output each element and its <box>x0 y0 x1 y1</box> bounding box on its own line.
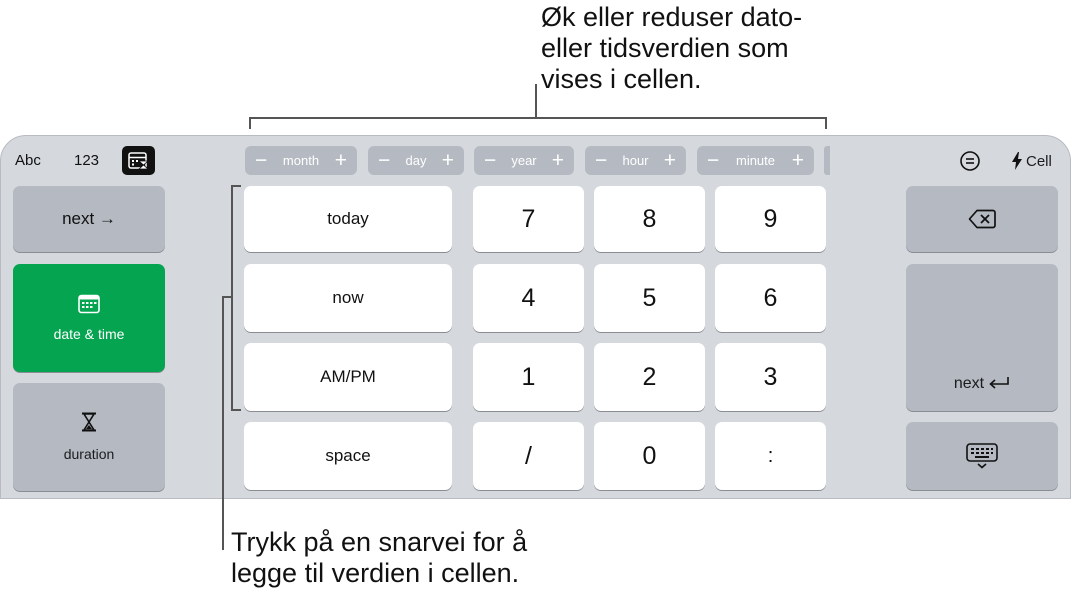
more-steppers-hint[interactable] <box>824 146 830 175</box>
digit-key-4[interactable]: 4 <box>473 264 584 332</box>
digit-label: 3 <box>763 362 778 391</box>
digit-key-9[interactable]: 9 <box>715 186 826 252</box>
hour-stepper[interactable]: − hour + <box>585 146 686 175</box>
today-key[interactable]: today <box>244 186 452 252</box>
slash-label: / <box>525 441 532 470</box>
digit-key-1[interactable]: 1 <box>473 343 584 411</box>
bottom-callout-pointer <box>222 296 224 550</box>
calendar-hourglass-icon <box>127 151 149 169</box>
cell-label: Cell <box>1026 152 1052 170</box>
minute-decrement[interactable]: − <box>707 150 719 171</box>
top-callout-line-2: eller tidsverdien som <box>541 33 789 63</box>
colon-key[interactable]: : <box>715 422 826 490</box>
minute-stepper[interactable]: − minute + <box>697 146 814 175</box>
year-stepper[interactable]: − year + <box>474 146 574 175</box>
left-bracket-stem <box>222 296 232 298</box>
digit-key-2[interactable]: 2 <box>594 343 705 411</box>
hour-decrement[interactable]: − <box>595 150 607 171</box>
cell-button[interactable]: Cell <box>1011 150 1052 172</box>
now-key[interactable]: now <box>244 264 452 332</box>
formula-button[interactable] <box>959 150 981 172</box>
year-increment[interactable]: + <box>552 150 564 171</box>
date-time-keyboard: Abc 123 − month + − day + − year + − hou… <box>0 135 1071 499</box>
digit-key-5[interactable]: 5 <box>594 264 705 332</box>
month-label: month <box>282 153 320 168</box>
minute-label: minute <box>735 153 776 168</box>
date-time-label: date & time <box>53 326 125 342</box>
top-bracket-right <box>825 117 827 129</box>
abc-key[interactable]: Abc <box>15 152 41 169</box>
day-stepper[interactable]: − day + <box>368 146 464 175</box>
day-increment[interactable]: + <box>442 150 454 171</box>
duration-label: duration <box>63 446 115 462</box>
slash-key[interactable]: / <box>473 422 584 490</box>
space-label: space <box>325 446 371 465</box>
equals-circle-icon <box>960 151 980 171</box>
date-format-button[interactable] <box>122 146 155 175</box>
digit-label: 5 <box>642 283 657 312</box>
space-key[interactable]: space <box>244 422 452 490</box>
digit-label: 8 <box>642 204 657 233</box>
return-icon <box>989 377 1009 389</box>
next-key[interactable]: next → <box>13 186 165 252</box>
top-bracket-left <box>249 117 251 129</box>
duration-key[interactable]: duration <box>13 383 165 491</box>
left-bracket-top <box>231 185 241 187</box>
year-decrement[interactable]: − <box>484 150 496 171</box>
hide-keyboard-key[interactable] <box>906 422 1058 490</box>
month-stepper[interactable]: − month + <box>245 146 357 175</box>
day-label: day <box>405 153 427 168</box>
calendar-icon <box>78 294 100 314</box>
date-time-key[interactable]: date & time <box>13 264 165 372</box>
delete-key[interactable] <box>906 186 1058 252</box>
digit-key-0[interactable]: 0 <box>594 422 705 490</box>
digit-label: 7 <box>521 204 536 233</box>
digit-key-6[interactable]: 6 <box>715 264 826 332</box>
digit-key-3[interactable]: 3 <box>715 343 826 411</box>
bolt-icon <box>1012 152 1022 170</box>
digit-label: 0 <box>642 441 657 470</box>
digit-label: 9 <box>763 204 778 233</box>
left-bracket <box>231 185 233 410</box>
digit-key-7[interactable]: 7 <box>473 186 584 252</box>
now-label: now <box>332 288 364 307</box>
hour-increment[interactable]: + <box>664 150 676 171</box>
ampm-key[interactable]: AM/PM <box>244 343 452 411</box>
top-callout-line-1: Øk eller reduser dato- <box>541 2 803 32</box>
today-label: today <box>327 209 369 228</box>
hour-label: hour <box>622 153 649 168</box>
digit-label: 4 <box>521 283 536 312</box>
next-return-label: next <box>953 375 985 392</box>
top-bracket <box>249 117 826 119</box>
year-label: year <box>511 153 537 168</box>
hourglass-icon <box>82 412 96 432</box>
month-decrement[interactable]: − <box>255 150 267 171</box>
ampm-label: AM/PM <box>320 367 376 386</box>
digit-label: 6 <box>763 283 778 312</box>
colon-label: : <box>767 444 774 467</box>
next-return-key[interactable]: next <box>906 264 1058 411</box>
delete-backward-icon <box>968 209 996 229</box>
day-decrement[interactable]: − <box>378 150 390 171</box>
month-increment[interactable]: + <box>335 150 347 171</box>
digit-key-8[interactable]: 8 <box>594 186 705 252</box>
top-callout: Øk eller reduser dato- eller tidsverdien… <box>541 2 841 95</box>
digit-label: 2 <box>642 362 657 391</box>
digit-label: 1 <box>521 362 536 391</box>
top-callout-line-3: vises i cellen. <box>541 64 702 94</box>
bottom-callout-line-2: legge til verdien i cellen. <box>231 558 520 588</box>
left-bracket-bottom <box>231 409 241 411</box>
minute-increment[interactable]: + <box>792 150 804 171</box>
bottom-callout-line-1: Trykk på en snarvei for å <box>231 527 528 557</box>
bottom-callout: Trykk på en snarvei for å legge til verd… <box>231 527 611 589</box>
numeric-key[interactable]: 123 <box>74 152 99 169</box>
top-callout-pointer <box>535 84 537 118</box>
keyboard-dismiss-icon <box>966 443 998 469</box>
next-key-label: next → <box>62 209 116 228</box>
